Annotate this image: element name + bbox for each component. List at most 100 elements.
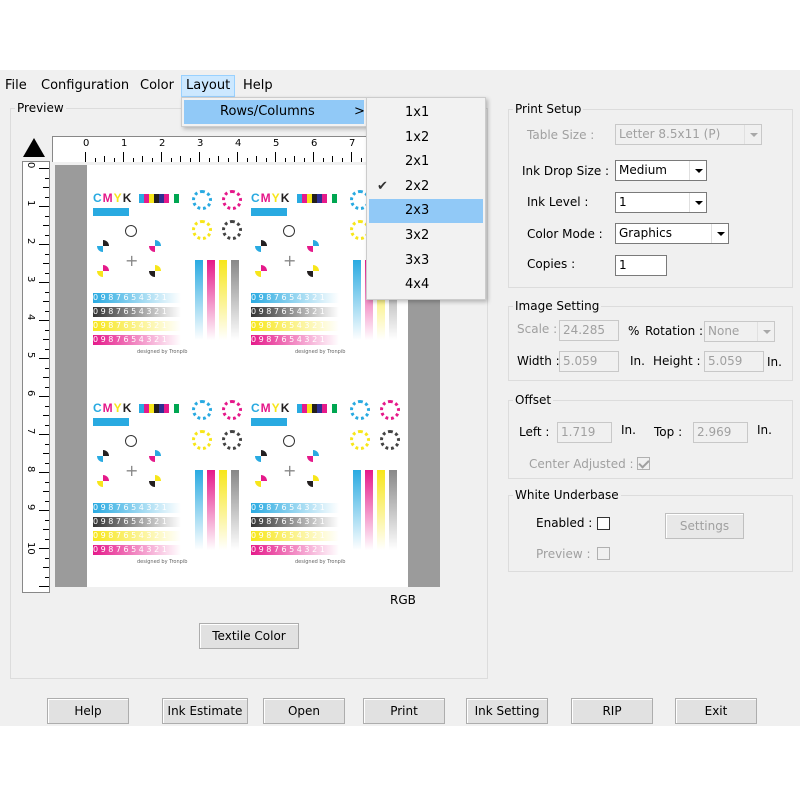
submenu-item-2x1[interactable]: 2x1	[369, 150, 483, 174]
submenu-item-1x2[interactable]: 1x2	[369, 126, 483, 150]
ruler-tick	[294, 156, 295, 162]
ink-level-select[interactable]: 1	[615, 192, 707, 213]
ink-estimate-button[interactable]: Ink Estimate	[162, 698, 248, 724]
textile-color-button[interactable]: Textile Color	[199, 623, 299, 649]
submenu-item-2x2[interactable]: ✔ 2x2	[369, 175, 483, 199]
registration-mark	[307, 240, 319, 252]
ruler-tick	[218, 156, 219, 162]
ruler-origin-icon[interactable]	[23, 138, 45, 157]
ruler-tick	[94, 158, 96, 162]
help-button[interactable]: Help	[47, 698, 129, 724]
gradient-strip	[389, 470, 397, 550]
gradient-strip	[231, 260, 239, 340]
ruler-number: 3	[197, 138, 204, 149]
preview-underbase-checkbox	[597, 547, 610, 560]
table-size-value: Letter 8.5x11 (P)	[619, 127, 721, 141]
ramp-row: 0 9 8 7 6 5 4 3 2 1	[251, 517, 339, 527]
submenu-item-3x3[interactable]: 3x3	[369, 249, 483, 273]
chevron-down-icon[interactable]	[689, 161, 706, 180]
ruler-number: 5	[273, 138, 280, 149]
rotation-select: None	[704, 321, 775, 342]
offset-legend: Offset	[515, 393, 552, 407]
registration-mark	[149, 265, 161, 277]
exit-button[interactable]: Exit	[675, 698, 757, 724]
ramp-row: 0 9 8 7 6 5 4 3 2 1	[93, 531, 181, 541]
ruler-tick	[256, 156, 257, 162]
crosshair-icon: +	[125, 251, 139, 270]
ruler-number: 7	[25, 428, 36, 435]
submenu-item-label: 1x1	[405, 105, 430, 120]
ramp-row: 0 9 8 7 6 5 4 3 2 1	[93, 503, 181, 513]
gradient-strip	[219, 260, 227, 340]
ramp-row: 0 9 8 7 6 5 4 3 2 1	[93, 335, 181, 345]
menu-help[interactable]: Help	[239, 75, 277, 97]
submenu-item-2x3[interactable]: 2x3	[369, 199, 483, 224]
registration-circle	[192, 400, 212, 420]
center-adjusted-label: Center Adjusted :	[529, 457, 634, 471]
chevron-down-icon[interactable]	[689, 193, 706, 212]
ruler-tick	[43, 263, 49, 264]
ruler-tick	[170, 158, 172, 162]
ramp-row: 0 9 8 7 6 5 4 3 2 1	[251, 531, 339, 541]
ramp-row: 0 9 8 7 6 5 4 3 2 1	[93, 545, 181, 555]
ramp-row: 0 9 8 7 6 5 4 3 2 1	[251, 545, 339, 555]
ruler-tick	[39, 548, 49, 549]
submenu-item-label: 4x4	[405, 277, 430, 293]
rip-button[interactable]: RIP	[571, 698, 653, 724]
ruler-tick	[45, 462, 49, 464]
gradient-strip	[195, 470, 203, 550]
table-size-label: Table Size :	[527, 128, 595, 142]
menu-configuration[interactable]: Configuration	[37, 75, 133, 97]
registration-mark	[97, 450, 109, 462]
ruler-tick	[39, 320, 49, 321]
registration-mark	[307, 265, 319, 277]
gradient-strip	[207, 260, 215, 340]
ruler-tick	[45, 329, 49, 331]
color-mode-value: Graphics	[619, 226, 672, 240]
submenu-item-4x4[interactable]: 4x4	[369, 273, 483, 297]
tile-footer: designed by Tronpib	[137, 559, 188, 565]
rotation-label: Rotation :	[645, 324, 704, 338]
ramp-row: 0 9 8 7 6 5 4 3 2 1	[251, 335, 339, 345]
ruler-number: 1	[121, 138, 128, 149]
menu-layout[interactable]: Layout	[181, 75, 236, 97]
registration-circle	[192, 190, 212, 210]
ruler-number: 1	[25, 200, 36, 207]
submenu-item-3x2[interactable]: 3x2	[369, 224, 483, 248]
chevron-down-icon[interactable]	[711, 224, 728, 243]
tile-footer: designed by Tronpib	[295, 349, 346, 355]
ink-drop-size-select[interactable]: Medium	[615, 160, 707, 181]
cmyk-title: CMYK	[251, 401, 291, 415]
ink-setting-button[interactable]: Ink Setting	[466, 698, 548, 724]
submenu-item-label: 3x3	[405, 252, 430, 268]
ruler-number: 3	[25, 276, 36, 283]
enabled-checkbox[interactable]	[597, 517, 610, 530]
ruler-tick	[227, 158, 229, 162]
chevron-down-icon	[757, 322, 774, 341]
tile-footer: designed by Tronpib	[295, 559, 346, 565]
ruler-tick	[43, 301, 49, 302]
ruler-tick	[43, 225, 49, 226]
ruler-tick	[45, 519, 49, 521]
submenu-item-label: 3x2	[405, 228, 430, 243]
ruler-tick	[303, 158, 305, 162]
copies-label: Copies :	[527, 257, 576, 271]
color-mode-select[interactable]: Graphics	[615, 223, 729, 244]
menu-file[interactable]: File	[1, 75, 31, 97]
copies-input[interactable]: 1	[615, 255, 667, 276]
ruler-tick	[45, 386, 49, 388]
gradient-strip	[195, 260, 203, 340]
ruler-number: 0	[25, 162, 36, 169]
registration-mark	[307, 475, 319, 487]
submenu-item-label: 2x1	[405, 154, 430, 170]
open-button[interactable]: Open	[263, 698, 345, 724]
print-button[interactable]: Print	[363, 698, 445, 724]
ruler-tick	[45, 177, 49, 179]
color-mode-label: Color Mode :	[527, 227, 603, 241]
menu-color[interactable]: Color	[136, 75, 178, 97]
submenu-item-1x1[interactable]: 1x1	[369, 101, 483, 125]
menu-item-rows-columns[interactable]: Rows/Columns >	[184, 100, 365, 124]
scale-input: 24.285	[559, 320, 619, 341]
top-unit: In.	[757, 423, 772, 437]
ruler-number: 2	[159, 138, 166, 149]
